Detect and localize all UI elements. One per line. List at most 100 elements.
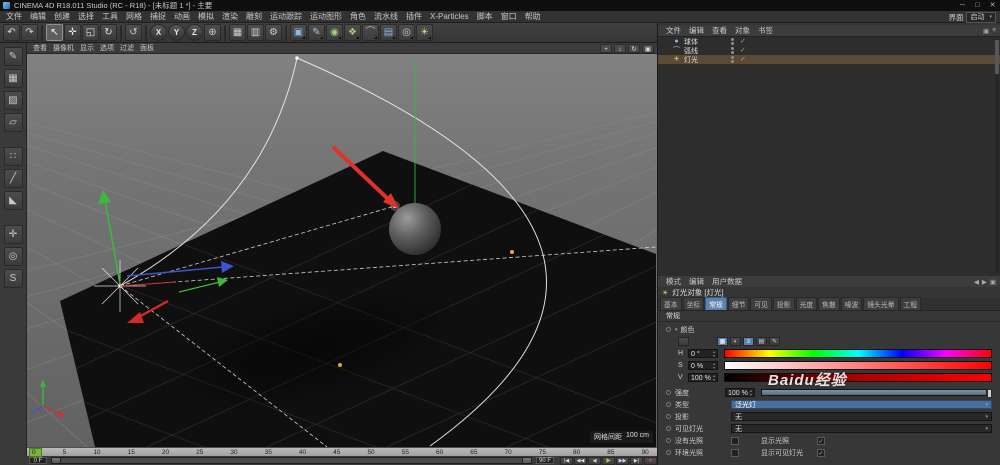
light-type-dropdown[interactable]: 泛光灯 ▾ — [731, 400, 992, 409]
menu-item[interactable]: 帮助 — [521, 11, 545, 22]
polygons-mode-button[interactable]: ◣ — [4, 191, 23, 210]
object-manager-menu-item[interactable]: 文件 — [662, 25, 685, 36]
generator-button[interactable]: ❖ — [344, 24, 361, 41]
sphere-object[interactable] — [389, 203, 441, 255]
ambient-illumination-checkbox[interactable] — [731, 449, 739, 457]
menu-item[interactable]: 动画 — [170, 11, 194, 22]
editor-visibility-dot[interactable] — [731, 38, 734, 41]
saturation-field[interactable]: 0 %▴▾ — [688, 361, 718, 370]
goto-end-button[interactable]: ▶| — [630, 457, 643, 465]
object-list-scrollbar[interactable] — [995, 39, 999, 273]
live-selection-tool[interactable]: ↖ — [46, 24, 63, 41]
object-manager-menu-item[interactable]: 书签 — [754, 25, 777, 36]
toolbar-sep-5[interactable] — [285, 25, 287, 41]
color-swatch[interactable] — [678, 337, 689, 346]
eyedropper-button[interactable]: ✎ — [769, 337, 780, 346]
enable-check-icon[interactable]: ✓ — [740, 55, 746, 64]
deformer-button[interactable]: ⌒ — [362, 24, 379, 41]
menu-item[interactable]: 雕刻 — [242, 11, 266, 22]
workplane-mode-button[interactable]: ▱ — [4, 113, 23, 132]
editor-visibility-dot[interactable] — [731, 56, 734, 59]
attribute-tab[interactable]: 可见 — [750, 297, 772, 310]
viewport-menu-item[interactable]: 显示 — [77, 43, 97, 53]
prev-key-button[interactable]: ◀◀ — [574, 457, 587, 465]
layout-select[interactable]: 启动 ▾ — [966, 12, 996, 23]
object-name[interactable]: 灯光 — [684, 55, 720, 65]
viewport-menu-item[interactable]: 查看 — [30, 43, 50, 53]
next-frame-button[interactable]: ▶▶ — [616, 457, 629, 465]
hue-gradient-bar[interactable] — [724, 349, 992, 358]
attribute-tab[interactable]: 工程 — [900, 297, 922, 310]
spline-point-2[interactable] — [338, 363, 342, 367]
anim-dot[interactable] — [666, 402, 671, 407]
light-button[interactable]: ☀ — [416, 24, 433, 41]
scrollbar-handle[interactable] — [995, 40, 999, 74]
start-frame-field[interactable]: 0 F — [29, 457, 47, 464]
arc-top-point[interactable] — [295, 56, 299, 60]
menu-item[interactable]: 工具 — [98, 11, 122, 22]
value-gradient-bar[interactable] — [724, 373, 992, 382]
attribute-tab[interactable]: 镜头光晕 — [863, 297, 898, 310]
attribute-tab[interactable]: 焦散 — [818, 297, 840, 310]
om-filter-icon[interactable]: ▣ — [983, 27, 989, 35]
attribute-menu-item[interactable]: 编辑 — [685, 276, 708, 287]
anim-dot[interactable] — [666, 390, 671, 395]
render-visibility-dot[interactable] — [731, 42, 734, 45]
history-forward-icon[interactable]: ▶ — [982, 278, 987, 286]
menu-item[interactable]: X-Particles — [426, 12, 473, 21]
menu-item[interactable]: 运动跟踪 — [266, 11, 306, 22]
lock-z-button[interactable]: Z — [186, 24, 203, 41]
rotate-view-icon[interactable]: ↻ — [628, 44, 640, 53]
close-button[interactable]: ✕ — [985, 0, 1000, 11]
preview-range-slider[interactable] — [51, 457, 532, 464]
menu-item[interactable]: 流水线 — [370, 11, 402, 22]
menu-item[interactable]: 选择 — [74, 11, 98, 22]
visibility-dots[interactable] — [731, 56, 734, 63]
edges-mode-button[interactable]: ╱ — [4, 169, 23, 188]
attribute-tab[interactable]: 基本 — [660, 297, 682, 310]
prev-frame-button[interactable]: ◀ — [588, 457, 601, 465]
redo-button[interactable]: ↷ — [21, 24, 38, 41]
intensity-field[interactable]: 100 %▴▾ — [725, 388, 755, 397]
object-manager-menu-item[interactable]: 编辑 — [685, 25, 708, 36]
coord-system-button[interactable]: ⊕ — [204, 24, 221, 41]
hue-field[interactable]: 0 °▴▾ — [688, 349, 718, 358]
scale-tool[interactable]: ◱ — [82, 24, 99, 41]
object-manager-list[interactable]: ● 球体 ✓ ⌒ 弧线 — [658, 36, 1000, 278]
anim-dot[interactable] — [666, 426, 671, 431]
move-tool[interactable]: ✛ — [64, 24, 81, 41]
saturation-gradient-bar[interactable] — [724, 361, 992, 370]
end-frame-field[interactable]: 90 F — [536, 457, 554, 464]
attribute-tab[interactable]: 坐标 — [683, 297, 705, 310]
menu-item[interactable]: 插件 — [402, 11, 426, 22]
visible-light-dropdown[interactable]: 无 ▾ — [731, 424, 992, 433]
render-settings-button[interactable]: ⚙ — [265, 24, 282, 41]
viewport-menu-item[interactable]: 过滤 — [117, 43, 137, 53]
menu-item[interactable]: 网格 — [122, 11, 146, 22]
toolbar-sep-1[interactable] — [41, 25, 43, 41]
timeline-ruler[interactable]: 051015202530354045505560657075808590 — [27, 447, 657, 456]
viewport-3d-scene[interactable] — [27, 54, 657, 447]
viewport-menu-item[interactable]: 面板 — [137, 43, 157, 53]
visibility-dots[interactable] — [731, 38, 734, 45]
solo-mode-button[interactable]: ◎ — [4, 247, 23, 266]
anim-dot[interactable] — [666, 438, 671, 443]
menu-item[interactable]: 模拟 — [194, 11, 218, 22]
primitive-cube-button[interactable]: ▣ — [290, 24, 307, 41]
editor-visibility-dot[interactable] — [731, 47, 734, 50]
object-manager-menu-item[interactable]: 查看 — [708, 25, 731, 36]
sliders-mode-button[interactable]: ≡ — [743, 337, 754, 346]
make-editable-button[interactable]: ✎ — [4, 47, 23, 66]
menu-item[interactable]: 文件 — [2, 11, 26, 22]
visibility-dots[interactable] — [731, 47, 734, 54]
enable-check-icon[interactable]: ✓ — [740, 46, 746, 55]
menu-item[interactable]: 窗口 — [497, 11, 521, 22]
last-tool-button[interactable]: ↺ — [125, 24, 142, 41]
spectrum-mode-button[interactable]: ▦ — [717, 337, 728, 346]
environment-button[interactable]: ▤ — [380, 24, 397, 41]
render-view-button[interactable]: ▦ — [229, 24, 246, 41]
show-illumination-checkbox[interactable]: ✓ — [817, 437, 825, 445]
attribute-tab[interactable]: 投影 — [773, 297, 795, 310]
camera-button[interactable]: ◎ — [398, 24, 415, 41]
anim-dot[interactable] — [666, 327, 671, 332]
